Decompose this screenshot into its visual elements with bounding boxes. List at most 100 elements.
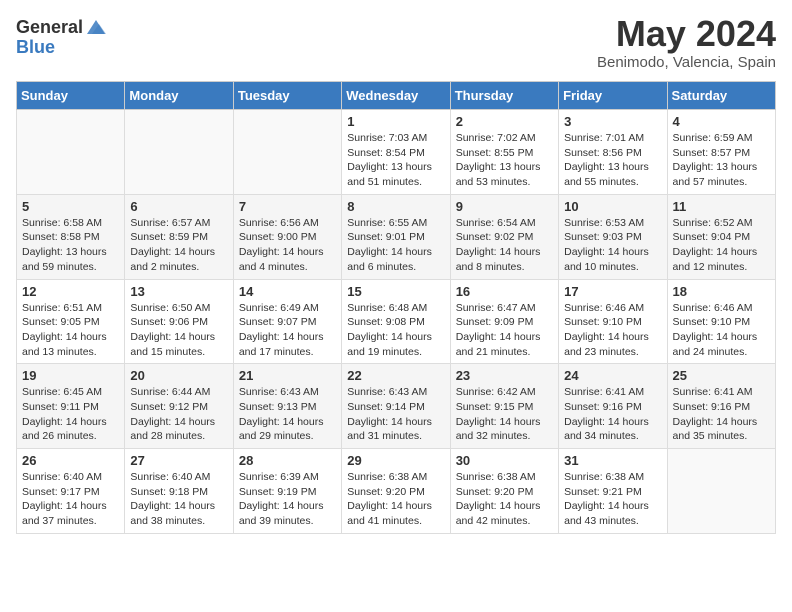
day-number: 7 <box>239 199 336 214</box>
day-info: Sunrise: 7:03 AM Sunset: 8:54 PM Dayligh… <box>347 131 444 190</box>
day-info: Sunrise: 6:38 AM Sunset: 9:21 PM Dayligh… <box>564 470 661 529</box>
logo-blue: Blue <box>16 37 55 57</box>
calendar-cell: 22 Sunrise: 6:43 AM Sunset: 9:14 PM Dayli… <box>342 364 450 449</box>
calendar-cell <box>667 449 775 534</box>
day-info: Sunrise: 6:59 AM Sunset: 8:57 PM Dayligh… <box>673 131 770 190</box>
calendar-cell: 20Sunrise: 6:44 AM Sunset: 9:12 PM Dayli… <box>125 364 233 449</box>
calendar-cell <box>233 110 341 195</box>
day-info: Sunrise: 6:51 AM Sunset: 9:05 PM Dayligh… <box>22 301 119 360</box>
weekday-header: Thursday <box>450 82 558 110</box>
calendar-cell: 4 Sunrise: 6:59 AM Sunset: 8:57 PM Daylig… <box>667 110 775 195</box>
calendar-cell: 14Sunrise: 6:49 AM Sunset: 9:07 PM Dayli… <box>233 279 341 364</box>
calendar-week-row: 19 Sunrise: 6:45 AM Sunset: 9:11 PM Dayli… <box>17 364 776 449</box>
day-number: 2 <box>456 114 553 129</box>
calendar-cell <box>125 110 233 195</box>
day-info: Sunrise: 6:50 AM Sunset: 9:06 PM Dayligh… <box>130 301 227 360</box>
calendar-week-row: 5 Sunrise: 6:58 AM Sunset: 8:58 PM Daylig… <box>17 194 776 279</box>
calendar-cell: 10 Sunrise: 6:53 AM Sunset: 9:03 PM Dayli… <box>559 194 667 279</box>
day-number: 31 <box>564 453 661 468</box>
month-title: May 2024 <box>597 16 776 52</box>
calendar-cell: 13 Sunrise: 6:50 AM Sunset: 9:06 PM Dayli… <box>125 279 233 364</box>
day-info: Sunrise: 6:57 AM Sunset: 8:59 PM Dayligh… <box>130 216 227 275</box>
page-header: General Blue May 2024 Benimodo, Valencia… <box>16 16 776 71</box>
weekday-header: Monday <box>125 82 233 110</box>
day-info: Sunrise: 6:38 AM Sunset: 9:20 PM Dayligh… <box>347 470 444 529</box>
day-number: 12 <box>22 284 119 299</box>
day-info: Sunrise: 7:02 AM Sunset: 8:55 PM Dayligh… <box>456 131 553 190</box>
calendar-cell: 16 Sunrise: 6:47 AM Sunset: 9:09 PM Dayli… <box>450 279 558 364</box>
day-info: Sunrise: 6:44 AM Sunset: 9:12 PM Dayligh… <box>130 385 227 444</box>
day-number: 16 <box>456 284 553 299</box>
day-info: Sunrise: 6:48 AM Sunset: 9:08 PM Dayligh… <box>347 301 444 360</box>
day-number: 19 <box>22 368 119 383</box>
day-number: 26 <box>22 453 119 468</box>
day-number: 24 <box>564 368 661 383</box>
day-number: 27 <box>130 453 227 468</box>
day-info: Sunrise: 6:46 AM Sunset: 9:10 PM Dayligh… <box>673 301 770 360</box>
day-number: 9 <box>456 199 553 214</box>
day-info: Sunrise: 6:38 AM Sunset: 9:20 PM Dayligh… <box>456 470 553 529</box>
day-info: Sunrise: 6:53 AM Sunset: 9:03 PM Dayligh… <box>564 216 661 275</box>
calendar-cell: 25Sunrise: 6:41 AM Sunset: 9:16 PM Dayli… <box>667 364 775 449</box>
day-number: 25 <box>673 368 770 383</box>
weekday-header-row: SundayMondayTuesdayWednesdayThursdayFrid… <box>17 82 776 110</box>
weekday-header: Tuesday <box>233 82 341 110</box>
calendar-cell: 24Sunrise: 6:41 AM Sunset: 9:16 PM Dayli… <box>559 364 667 449</box>
calendar-cell: 27 Sunrise: 6:40 AM Sunset: 9:18 PM Dayli… <box>125 449 233 534</box>
calendar-cell: 11Sunrise: 6:52 AM Sunset: 9:04 PM Dayli… <box>667 194 775 279</box>
day-number: 28 <box>239 453 336 468</box>
day-info: Sunrise: 6:55 AM Sunset: 9:01 PM Dayligh… <box>347 216 444 275</box>
calendar-cell: 7 Sunrise: 6:56 AM Sunset: 9:00 PM Daylig… <box>233 194 341 279</box>
day-number: 8 <box>347 199 444 214</box>
calendar-cell: 6 Sunrise: 6:57 AM Sunset: 8:59 PM Daylig… <box>125 194 233 279</box>
calendar-week-row: 12 Sunrise: 6:51 AM Sunset: 9:05 PM Dayli… <box>17 279 776 364</box>
calendar-cell: 2 Sunrise: 7:02 AM Sunset: 8:55 PM Daylig… <box>450 110 558 195</box>
day-number: 5 <box>22 199 119 214</box>
logo: General Blue <box>16 16 107 58</box>
calendar-cell: 31 Sunrise: 6:38 AM Sunset: 9:21 PM Dayli… <box>559 449 667 534</box>
weekday-header: Wednesday <box>342 82 450 110</box>
calendar-cell: 1 Sunrise: 7:03 AM Sunset: 8:54 PM Daylig… <box>342 110 450 195</box>
day-number: 4 <box>673 114 770 129</box>
day-info: Sunrise: 6:42 AM Sunset: 9:15 PM Dayligh… <box>456 385 553 444</box>
calendar-cell: 8 Sunrise: 6:55 AM Sunset: 9:01 PM Daylig… <box>342 194 450 279</box>
calendar-cell: 3 Sunrise: 7:01 AM Sunset: 8:56 PM Daylig… <box>559 110 667 195</box>
day-number: 11 <box>673 199 770 214</box>
calendar-cell: 29 Sunrise: 6:38 AM Sunset: 9:20 PM Dayli… <box>342 449 450 534</box>
calendar-cell: 9Sunrise: 6:54 AM Sunset: 9:02 PM Daylig… <box>450 194 558 279</box>
day-number: 10 <box>564 199 661 214</box>
day-info: Sunrise: 6:40 AM Sunset: 9:18 PM Dayligh… <box>130 470 227 529</box>
day-number: 1 <box>347 114 444 129</box>
calendar-cell: 21 Sunrise: 6:43 AM Sunset: 9:13 PM Dayli… <box>233 364 341 449</box>
day-number: 13 <box>130 284 227 299</box>
calendar-cell: 19 Sunrise: 6:45 AM Sunset: 9:11 PM Dayli… <box>17 364 125 449</box>
day-number: 3 <box>564 114 661 129</box>
calendar-cell: 23Sunrise: 6:42 AM Sunset: 9:15 PM Dayli… <box>450 364 558 449</box>
location-subtitle: Benimodo, Valencia, Spain <box>597 54 776 71</box>
day-number: 6 <box>130 199 227 214</box>
day-info: Sunrise: 6:58 AM Sunset: 8:58 PM Dayligh… <box>22 216 119 275</box>
day-number: 22 <box>347 368 444 383</box>
calendar-cell: 17Sunrise: 6:46 AM Sunset: 9:10 PM Dayli… <box>559 279 667 364</box>
calendar-cell: 12 Sunrise: 6:51 AM Sunset: 9:05 PM Dayli… <box>17 279 125 364</box>
calendar-week-row: 26Sunrise: 6:40 AM Sunset: 9:17 PM Dayli… <box>17 449 776 534</box>
day-number: 15 <box>347 284 444 299</box>
title-block: May 2024 Benimodo, Valencia, Spain <box>597 16 776 71</box>
calendar-cell: 26Sunrise: 6:40 AM Sunset: 9:17 PM Dayli… <box>17 449 125 534</box>
day-info: Sunrise: 6:47 AM Sunset: 9:09 PM Dayligh… <box>456 301 553 360</box>
day-info: Sunrise: 6:39 AM Sunset: 9:19 PM Dayligh… <box>239 470 336 529</box>
weekday-header: Saturday <box>667 82 775 110</box>
day-info: Sunrise: 6:43 AM Sunset: 9:14 PM Dayligh… <box>347 385 444 444</box>
day-info: Sunrise: 6:45 AM Sunset: 9:11 PM Dayligh… <box>22 385 119 444</box>
day-number: 29 <box>347 453 444 468</box>
day-number: 18 <box>673 284 770 299</box>
calendar-cell: 30Sunrise: 6:38 AM Sunset: 9:20 PM Dayli… <box>450 449 558 534</box>
calendar-cell <box>17 110 125 195</box>
calendar-cell: 15 Sunrise: 6:48 AM Sunset: 9:08 PM Dayli… <box>342 279 450 364</box>
day-info: Sunrise: 6:43 AM Sunset: 9:13 PM Dayligh… <box>239 385 336 444</box>
day-number: 14 <box>239 284 336 299</box>
day-number: 21 <box>239 368 336 383</box>
day-info: Sunrise: 7:01 AM Sunset: 8:56 PM Dayligh… <box>564 131 661 190</box>
weekday-header: Friday <box>559 82 667 110</box>
day-info: Sunrise: 6:56 AM Sunset: 9:00 PM Dayligh… <box>239 216 336 275</box>
